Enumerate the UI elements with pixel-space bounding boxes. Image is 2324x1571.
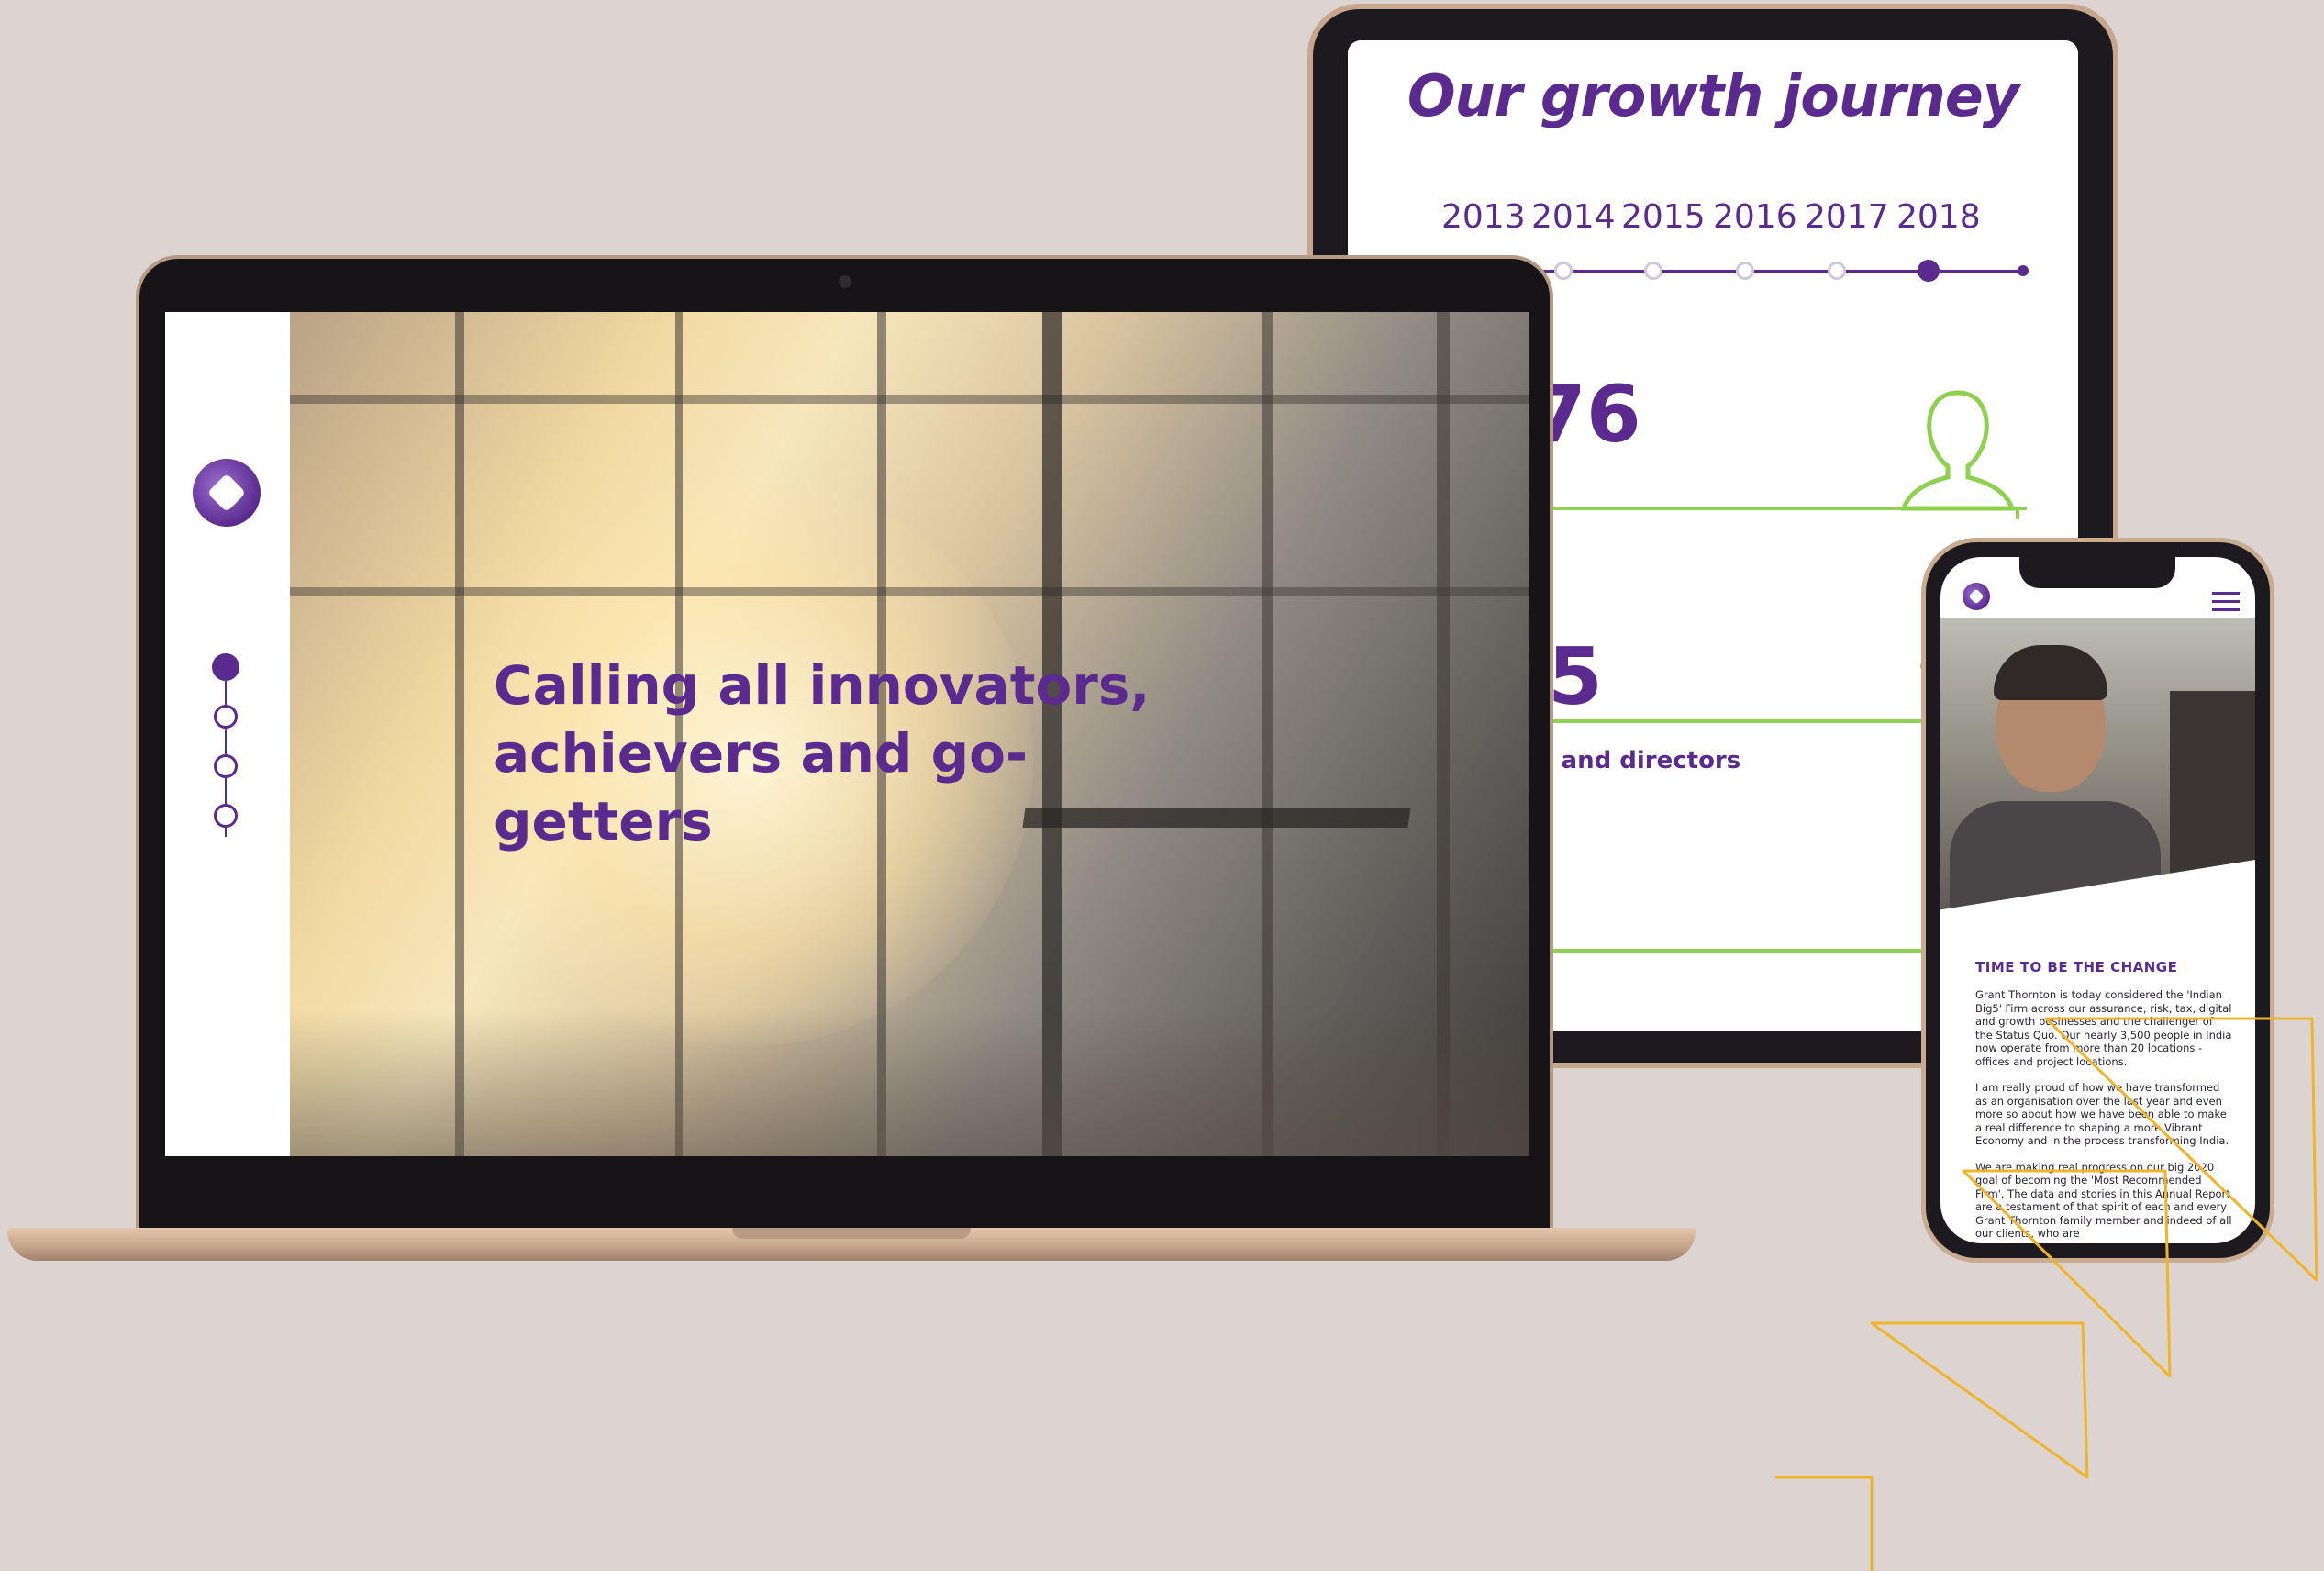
laptop-camera <box>839 275 851 288</box>
section-nav-dot-2[interactable] <box>214 705 238 729</box>
year-2016[interactable]: 2016 <box>1713 198 1797 236</box>
phone-device: TIME TO BE THE CHANGE Grant Thornton is … <box>1921 538 2274 1263</box>
year-2018[interactable]: 2018 <box>1896 198 1981 236</box>
deco-triangle-3 <box>1870 1321 2089 1479</box>
paragraph-1: Grant Thornton is today considered the '… <box>1975 988 2232 1068</box>
year-2013[interactable]: 2013 <box>1441 198 1526 236</box>
laptop-device: Calling all innovators, achievers and go… <box>136 255 1553 1228</box>
phone-screen: TIME TO BE THE CHANGE Grant Thornton is … <box>1940 557 2255 1243</box>
phone-section-heading: TIME TO BE THE CHANGE <box>1975 959 2178 975</box>
year-2014[interactable]: 2014 <box>1531 198 1616 236</box>
timeline-dot-2017[interactable] <box>1828 262 1846 280</box>
timeline-dot-2015[interactable] <box>1644 262 1662 280</box>
section-nav-dot-1[interactable] <box>212 653 239 681</box>
section-nav-dot-3[interactable] <box>214 754 238 778</box>
stat-partners-label: s and directors <box>1539 747 1741 774</box>
stat-partners-value: 5 <box>1548 631 1603 723</box>
timeline-dot-2018-active[interactable] <box>1918 260 1940 282</box>
deco-triangle-4 <box>1775 1476 1874 1571</box>
timeline-dot-2016[interactable] <box>1736 262 1754 280</box>
person-icon <box>1900 390 2016 511</box>
laptop-base <box>7 1228 1696 1261</box>
sidebar <box>165 312 290 1156</box>
timeline-dot-2014[interactable] <box>1554 262 1573 280</box>
laptop-notch <box>732 1228 971 1239</box>
hero-headline-line-1: Calling all innovators, <box>494 654 1151 717</box>
paragraph-2: I am really proud of how we have transfo… <box>1975 1081 2229 1147</box>
menu-icon[interactable] <box>2212 592 2240 612</box>
hero-image: Calling all innovators, achievers and go… <box>290 312 1529 1156</box>
stat-divider-corner <box>2016 507 2019 519</box>
timeline-end-dot <box>2018 265 2029 276</box>
phone-logo-icon[interactable] <box>1963 583 1990 610</box>
paragraph-3: We are making real progress on our big 2… <box>1975 1160 2232 1241</box>
year-2017[interactable]: 2017 <box>1805 198 1889 236</box>
logo-icon[interactable] <box>193 459 261 527</box>
laptop-screen: Calling all innovators, achievers and go… <box>165 312 1529 1156</box>
phone-body-text: Grant Thornton is today considered the '… <box>1975 988 2232 1243</box>
phone-notch <box>2019 557 2175 588</box>
hero-headline: Calling all innovators, achievers and go… <box>494 652 1191 855</box>
hero-headline-line-2: achievers and go-getters <box>494 722 1029 852</box>
year-2015[interactable]: 2015 <box>1621 198 1706 236</box>
section-nav-dot-4[interactable] <box>214 804 238 828</box>
growth-journey-title: Our growth journey <box>1407 62 2019 129</box>
